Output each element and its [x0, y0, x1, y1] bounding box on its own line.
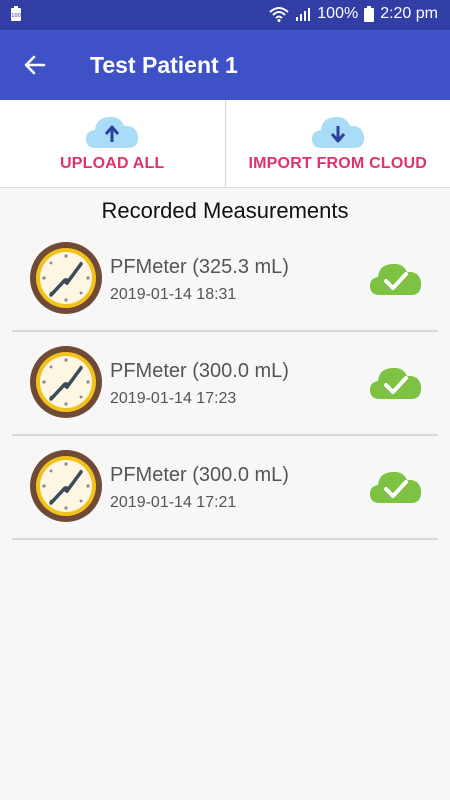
battery-full-icon: [364, 6, 375, 22]
measurement-name: PFMeter (325.3 mL): [110, 256, 289, 278]
clock: 2:20 pm: [380, 5, 438, 22]
back-arrow-icon: [24, 55, 46, 75]
section-title: Recorded Measurements: [101, 198, 349, 223]
app-bar: Test Patient 1: [0, 30, 450, 100]
upload-all-button[interactable]: UPLOAD ALL: [0, 100, 226, 187]
gauge-icon: [30, 346, 102, 418]
measurement-row[interactable]: PFMeter (325.3 mL) 2019-01-14 18:31: [12, 228, 438, 332]
cloud-check-icon: [370, 367, 422, 399]
gauge-icon: [30, 242, 102, 314]
measurement-timestamp: 2019-01-14 17:23: [110, 390, 237, 407]
cloud-check-icon: [370, 471, 422, 503]
battery-saver-indicator: 100: [10, 6, 22, 27]
status-bar: 100 100% 2:20 pm: [0, 0, 450, 30]
back-button[interactable]: [18, 48, 52, 82]
import-from-cloud-label: IMPORT FROM CLOUD: [248, 155, 427, 172]
page-title: Test Patient 1: [90, 52, 238, 78]
signal-icon: [296, 8, 311, 21]
cloud-download-icon: [311, 116, 364, 148]
measurement-name: PFMeter (300.0 mL): [110, 464, 289, 486]
cloud-check-icon: [370, 263, 422, 295]
battery-icon: 100: [11, 6, 21, 21]
action-bar: UPLOAD ALL IMPORT FROM CLOUD: [0, 100, 450, 188]
measurement-timestamp: 2019-01-14 18:31: [110, 286, 237, 303]
status-icons: 100% 2:20 pm: [269, 5, 438, 23]
import-from-cloud-button[interactable]: IMPORT FROM CLOUD: [226, 100, 450, 187]
measurement-row[interactable]: PFMeter (300.0 mL) 2019-01-14 17:21: [12, 436, 438, 540]
measurement-name: PFMeter (300.0 mL): [110, 360, 289, 382]
cloud-upload-icon: [86, 116, 139, 148]
measurement-list: PFMeter (325.3 mL) 2019-01-14 18:31 PFMe…: [12, 228, 438, 540]
upload-all-label: UPLOAD ALL: [59, 155, 165, 172]
gauge-icon: [30, 450, 102, 522]
svg-text:100: 100: [11, 13, 21, 19]
wifi-icon: [269, 7, 289, 22]
measurement-row[interactable]: PFMeter (300.0 mL) 2019-01-14 17:23: [12, 332, 438, 436]
measurement-timestamp: 2019-01-14 17:21: [110, 494, 237, 511]
battery-percent: 100%: [317, 5, 359, 22]
